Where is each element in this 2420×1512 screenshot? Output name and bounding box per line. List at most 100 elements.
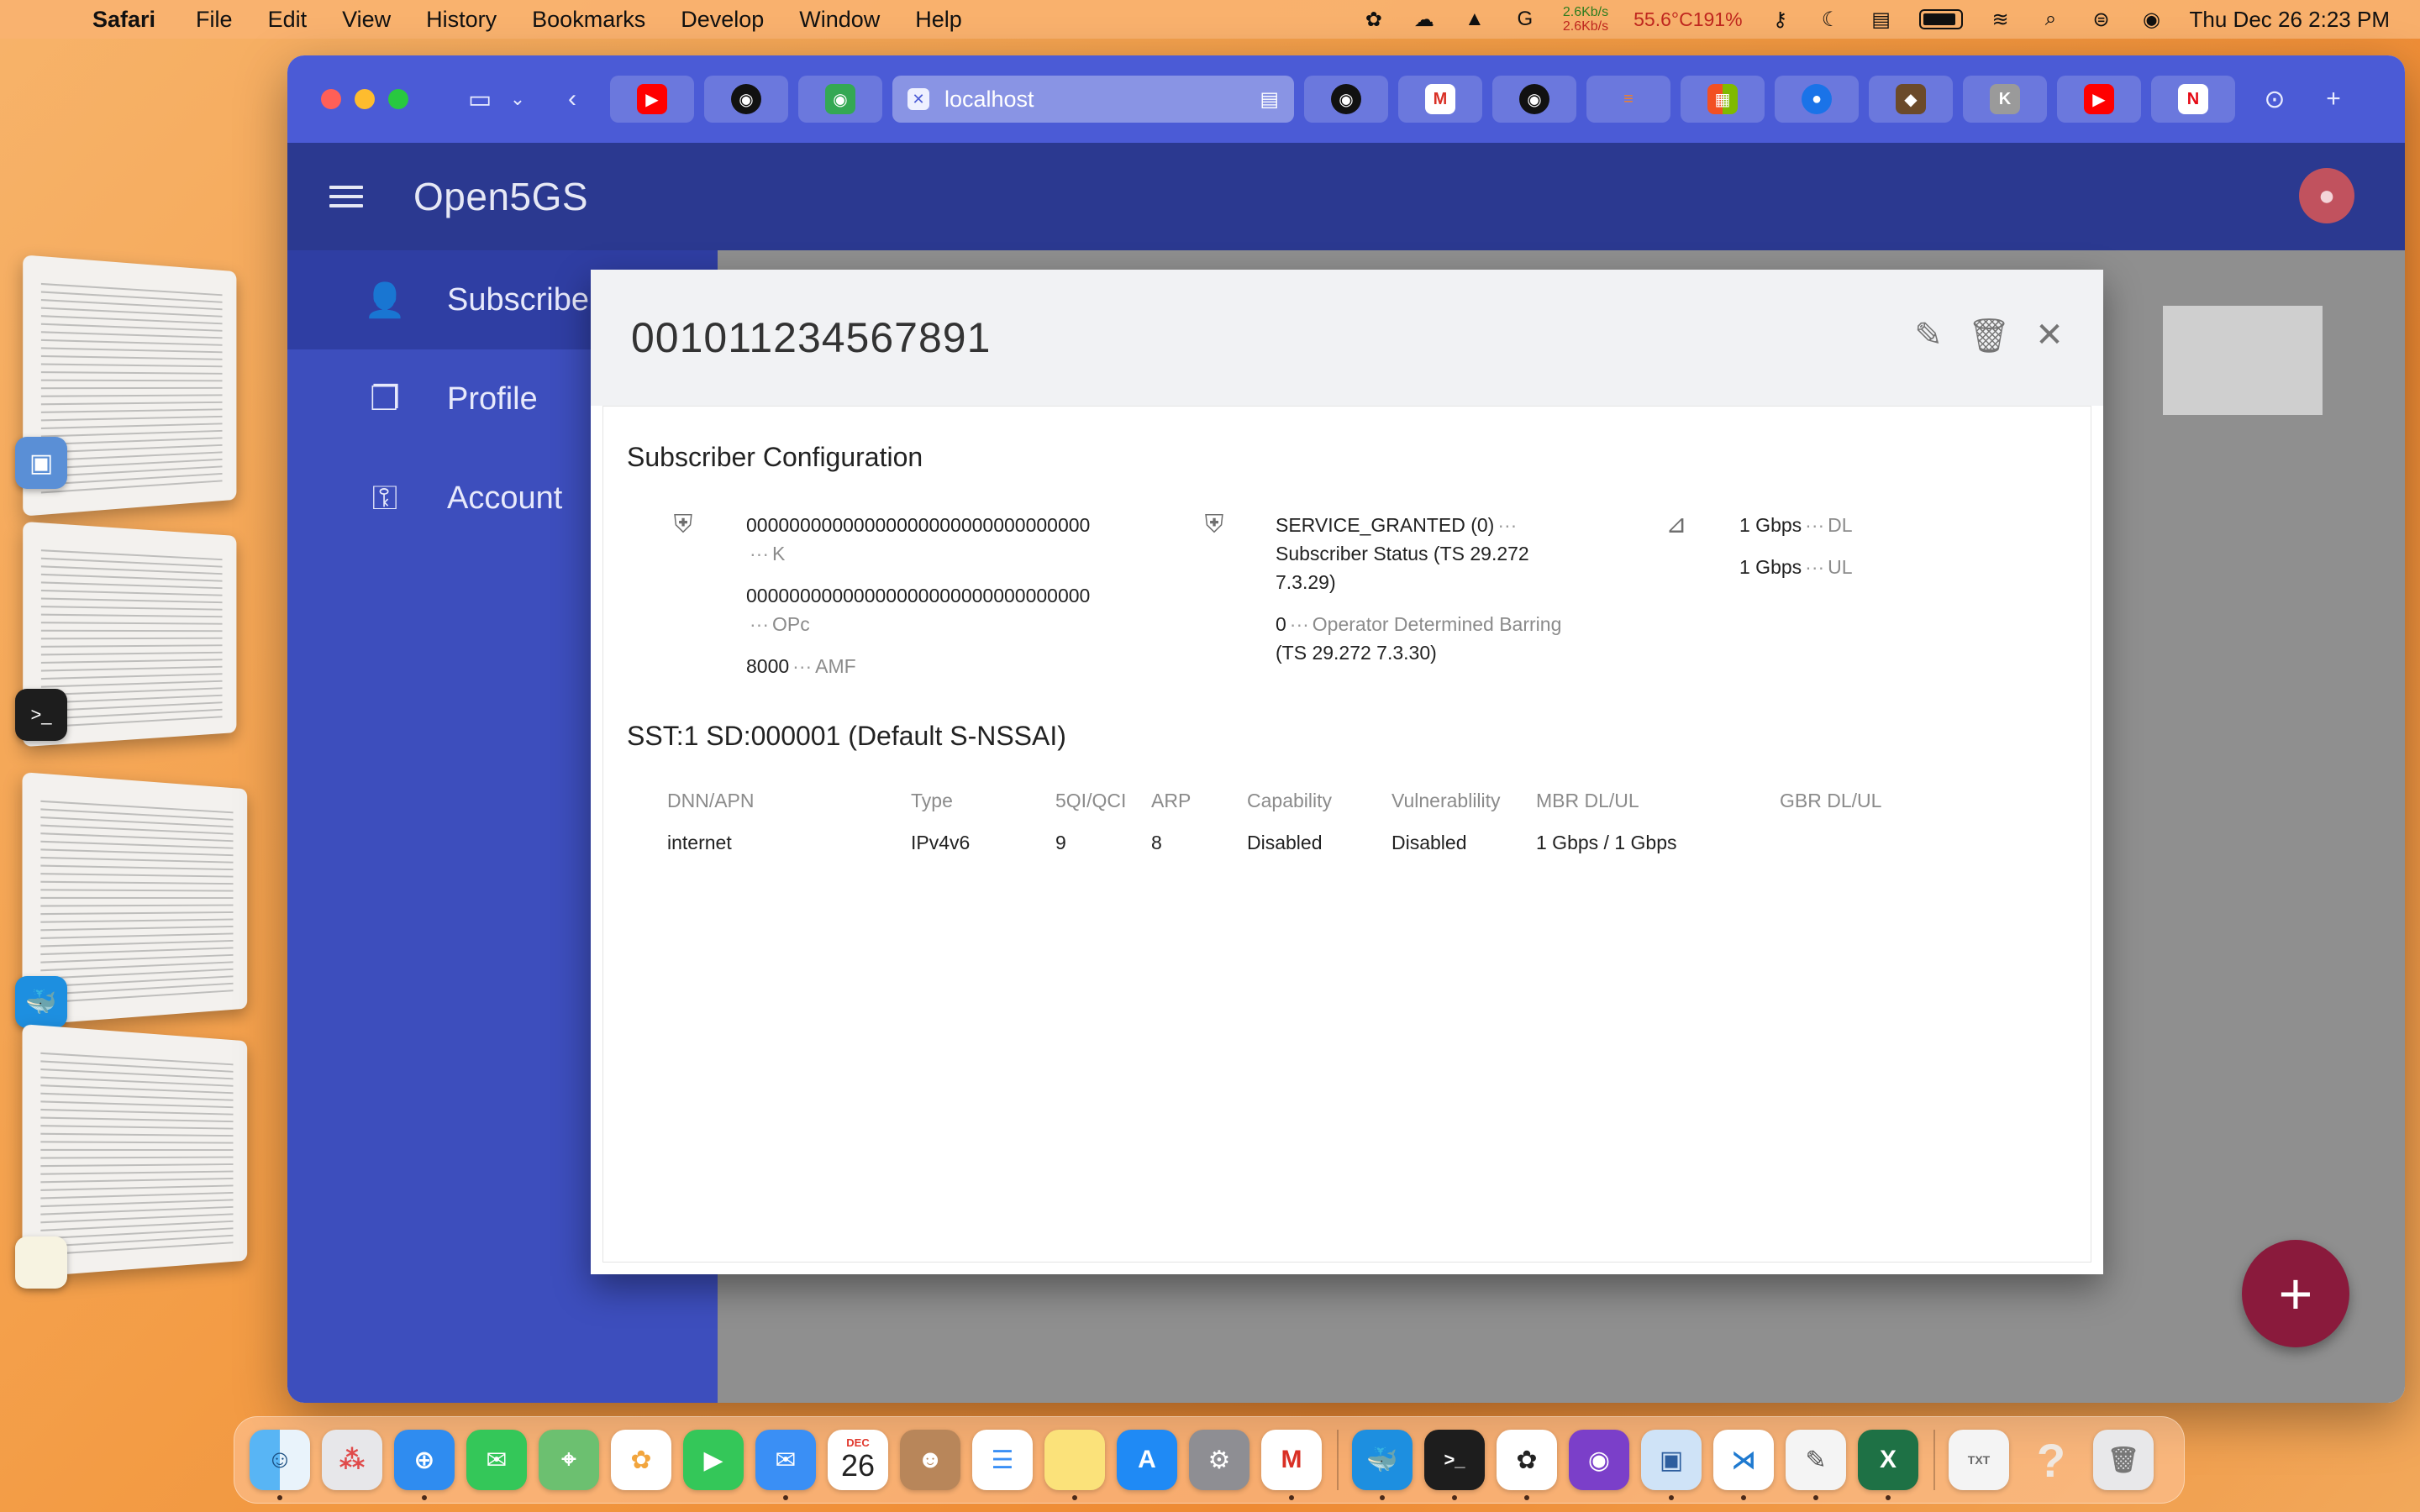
background-card — [2163, 306, 2323, 415]
dock-finder-icon[interactable]: ☺ — [250, 1430, 310, 1500]
menu-bar: Safari File Edit View History Bookmarks … — [0, 0, 2420, 39]
menu-bookmarks[interactable]: Bookmarks — [532, 7, 645, 33]
notes-app-icon[interactable] — [15, 1236, 67, 1289]
delete-icon[interactable]: 🗑 — [1968, 317, 2011, 354]
app-title: Open5GS — [413, 175, 589, 218]
tab-github-3[interactable]: ◉ — [1492, 76, 1576, 123]
avatar[interactable]: ● — [2299, 168, 2354, 223]
downloads-icon[interactable]: ⊙ — [2254, 85, 2296, 114]
dock-trash-icon[interactable]: 🗑 — [2093, 1430, 2154, 1490]
chevron-down-icon[interactable]: ⌄ — [501, 88, 534, 110]
github-icon: ◉ — [1519, 84, 1549, 114]
menu-window[interactable]: Window — [799, 7, 880, 33]
dock-contacts-icon[interactable]: ☻ — [900, 1430, 960, 1490]
tab-gmail[interactable]: M — [1398, 76, 1482, 123]
tab-microsoft[interactable]: ▦ — [1681, 76, 1765, 123]
menubar-clock[interactable]: Thu Dec 26 2:23 PM — [2190, 7, 2390, 33]
battery-icon[interactable] — [1918, 9, 1963, 29]
dock-terminal-icon[interactable]: >_ — [1424, 1430, 1485, 1500]
menu-view[interactable]: View — [342, 7, 391, 33]
keyboard-icon[interactable]: ▤ — [1869, 7, 1894, 32]
menu-history[interactable]: History — [426, 7, 497, 33]
tab-youtube[interactable]: ▶ — [610, 76, 694, 123]
wifi-icon[interactable]: ≋ — [1988, 7, 2013, 32]
dock-settings-icon[interactable]: ⚙ — [1189, 1430, 1249, 1490]
dock-appstore-icon[interactable]: A — [1117, 1430, 1177, 1490]
menu-edit[interactable]: Edit — [268, 7, 308, 33]
dock-excel-icon[interactable]: X — [1858, 1430, 1918, 1500]
menu-help[interactable]: Help — [915, 7, 962, 33]
siri-icon[interactable]: ◉ — [2139, 7, 2165, 32]
grammarly-icon[interactable]: G — [1512, 7, 1538, 32]
cell-dnn: internet — [667, 832, 732, 853]
col-capability: Capability — [1247, 790, 1332, 811]
tab-github-green[interactable]: ◉ — [798, 76, 882, 123]
dock-reminders-icon[interactable]: ☰ — [972, 1430, 1033, 1490]
docker-app-icon[interactable]: 🐳 — [15, 976, 67, 1028]
minimize-window-button[interactable] — [355, 89, 375, 109]
add-subscriber-button[interactable]: + — [2242, 1240, 2349, 1347]
dock-launchpad-icon[interactable]: ⁂ — [322, 1430, 382, 1490]
control-center-icon[interactable]: ⊜ — [2089, 7, 2114, 32]
network-speed[interactable]: 2.6Kb/s 2.6Kb/s — [1563, 5, 1608, 34]
dock-github-icon[interactable]: ◉ — [1569, 1430, 1629, 1490]
menu-app-safari[interactable]: Safari — [92, 7, 155, 33]
moon-icon[interactable]: ☾ — [1818, 7, 1844, 32]
dock-textedit-icon[interactable]: ✎ — [1786, 1430, 1846, 1500]
back-icon[interactable]: ‹ — [551, 85, 593, 113]
github-icon: ◉ — [825, 84, 855, 114]
tab-stackoverflow[interactable]: ≡ — [1586, 76, 1670, 123]
dock-safari-icon[interactable]: ⊕ — [394, 1430, 455, 1500]
menu-file[interactable]: File — [196, 7, 233, 33]
table-row: internet IPv4v6 9 8 Disabled Disabled 1 … — [667, 832, 2012, 865]
address-text[interactable]: localhost — [944, 87, 1034, 113]
tab-github-2[interactable]: ◉ — [1304, 76, 1388, 123]
cell-vulnerability: Disabled — [1392, 832, 1467, 853]
dock-messages-icon[interactable]: ✉ — [466, 1430, 527, 1490]
terminal-app-icon[interactable]: >_ — [15, 689, 67, 741]
search-icon[interactable]: ⌕ — [2039, 7, 2064, 32]
tab-k[interactable]: K — [1963, 76, 2047, 123]
dock-document-icon[interactable]: TXT — [1949, 1430, 2009, 1490]
sidebar-toggle-icon[interactable]: ▭ — [459, 85, 501, 114]
dock-chatgpt-icon[interactable]: ✿ — [1497, 1430, 1557, 1500]
ambr-dl-label: DL — [1828, 514, 1853, 536]
cell-5qi: 9 — [1055, 832, 1066, 853]
zoom-window-button[interactable] — [388, 89, 408, 109]
dock-facetime-icon[interactable]: ▶ — [683, 1430, 744, 1490]
subscriber-status-value: SERVICE_GRANTED (0) — [1276, 514, 1495, 536]
tab-address-bar[interactable]: ✕ localhost ▤ — [892, 76, 1294, 123]
tab-chrome[interactable]: ● — [1775, 76, 1859, 123]
dock-gmail-icon[interactable]: M — [1261, 1430, 1322, 1500]
dock-help-icon[interactable]: ? — [2021, 1430, 2081, 1490]
dock-photos-icon[interactable]: ✿ — [611, 1430, 671, 1490]
netflix-icon: N — [2178, 84, 2208, 114]
preview-app-icon[interactable]: ▣ — [15, 437, 67, 489]
close-icon[interactable]: ✕ — [2031, 317, 2068, 354]
dock-vscode-icon[interactable]: ⋊ — [1713, 1430, 1774, 1500]
tab-netflix[interactable]: N — [2151, 76, 2235, 123]
dock-docker-icon[interactable]: 🐳 — [1352, 1430, 1413, 1500]
close-window-button[interactable] — [321, 89, 341, 109]
chatgpt-status-icon[interactable]: ✿ — [1361, 7, 1386, 32]
tab-fox[interactable]: ◆ — [1869, 76, 1953, 123]
tab-github[interactable]: ◉ — [704, 76, 788, 123]
cpu-temperature[interactable]: 55.6°C191% — [1634, 8, 1742, 31]
ambr-ul-label: UL — [1828, 556, 1853, 578]
dock-maps-icon[interactable]: ⌖ — [539, 1430, 599, 1490]
menu-develop[interactable]: Develop — [681, 7, 764, 33]
dock-mail-icon[interactable]: ✉ — [755, 1430, 816, 1500]
tab-youtube-2[interactable]: ▶ — [2057, 76, 2141, 123]
dock-calendar-icon[interactable]: DEC 26 — [828, 1430, 888, 1490]
menu-icon[interactable] — [329, 180, 363, 213]
dock-notes-icon[interactable] — [1044, 1430, 1105, 1500]
opc-value: 00000000000000000000000000000000 — [746, 585, 1091, 606]
dock-preview-icon[interactable]: ▣ — [1641, 1430, 1702, 1500]
reader-icon[interactable]: ▤ — [1260, 87, 1279, 112]
key-status-icon[interactable]: ⚷ — [1768, 7, 1793, 32]
drive-icon[interactable]: ▲ — [1462, 7, 1487, 32]
edit-icon[interactable]: ✎ — [1910, 317, 1947, 354]
sidebar-item-label: Profile — [447, 381, 538, 417]
network-monitor-icon[interactable]: ☁ — [1412, 7, 1437, 32]
new-tab-icon[interactable]: + — [2312, 85, 2354, 113]
